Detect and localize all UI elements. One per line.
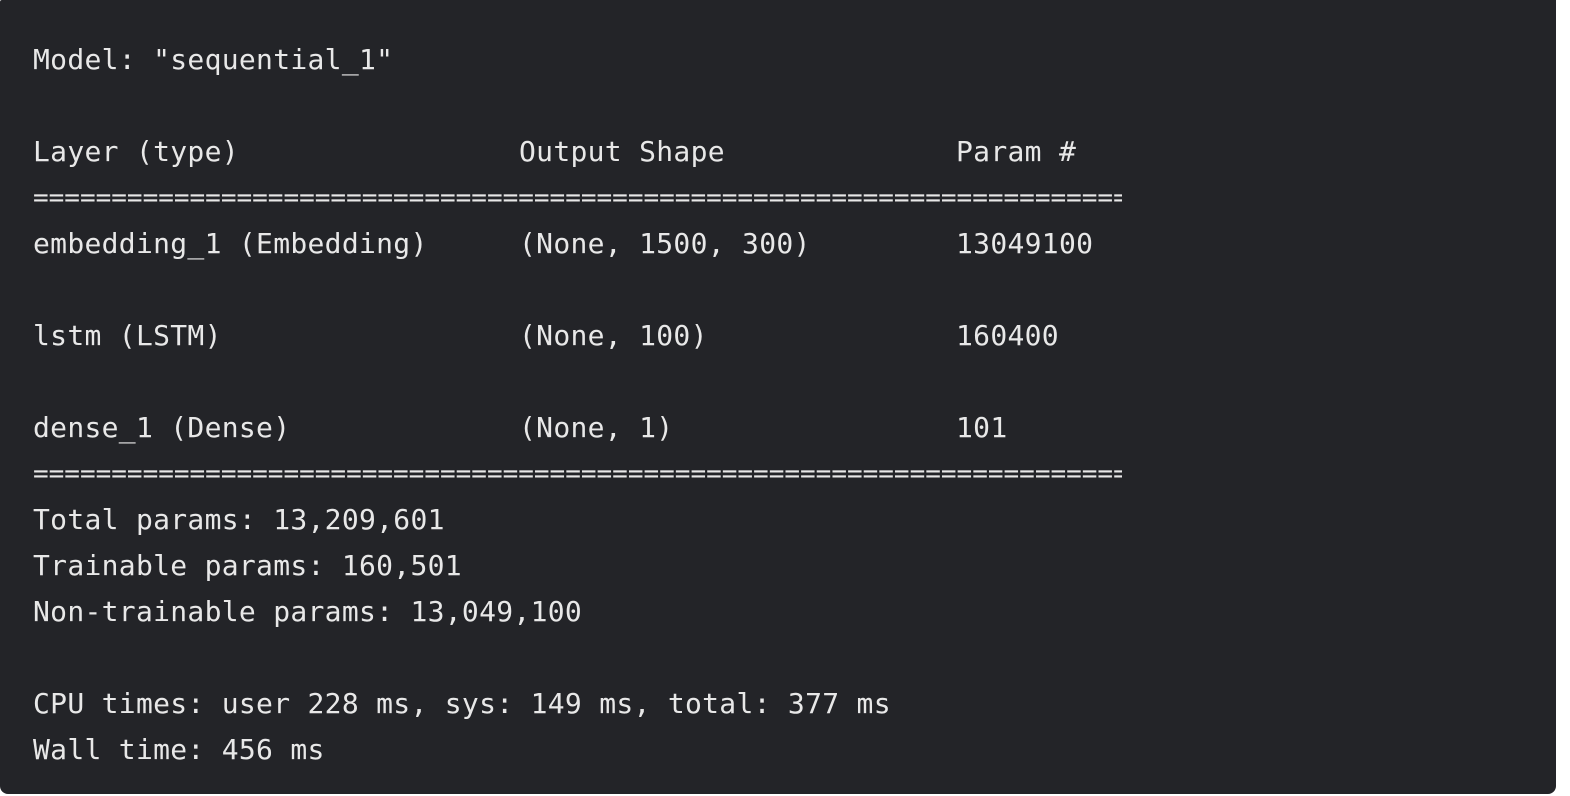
- equals-separator: ========================================…: [33, 461, 1122, 487]
- cell-output-panel: Model: "sequential_1" __________________…: [0, 0, 1556, 794]
- layer-name: dense_1 (Dense): [33, 411, 291, 444]
- trainable-params-line: Trainable params: 160,501: [33, 549, 462, 582]
- table-row: embedding_1 (Embedding) (None, 1500, 300…: [33, 224, 1093, 264]
- non-trainable-params-line: Non-trainable params: 13,049,100: [33, 595, 583, 628]
- layer-output-shape: (None, 1): [519, 411, 674, 444]
- dash-separator: ________________________________________…: [33, 379, 1122, 405]
- layer-name: embedding_1 (Embedding): [33, 227, 428, 260]
- table-row: lstm (LSTM) (None, 100) 160400: [33, 316, 1059, 356]
- layer-param-count: 160400: [956, 319, 1059, 352]
- cpu-times-line: CPU times: user 228 ms, sys: 149 ms, tot…: [33, 687, 891, 720]
- wall-time-line: Wall time: 456 ms: [33, 733, 325, 766]
- table-row: dense_1 (Dense) (None, 1) 101: [33, 408, 1007, 448]
- layer-param-count: 13049100: [956, 227, 1094, 260]
- dash-separator: ________________________________________…: [33, 287, 1122, 313]
- equals-separator: ========================================…: [33, 185, 1122, 211]
- header-layer-type: Layer (type): [33, 135, 239, 168]
- layer-param-count: 101: [956, 411, 1008, 444]
- header-output-shape: Output Shape: [519, 135, 725, 168]
- model-name-line: Model: "sequential_1": [33, 43, 394, 76]
- total-params-line: Total params: 13,209,601: [33, 503, 445, 536]
- dash-separator: ________________________________________…: [33, 655, 1122, 681]
- table-header: Layer (type) Output Shape Param #: [33, 132, 1076, 172]
- header-param-count: Param #: [956, 135, 1077, 168]
- layer-output-shape: (None, 100): [519, 319, 708, 352]
- dash-separator: ________________________________________…: [33, 103, 1122, 129]
- layer-name: lstm (LSTM): [33, 319, 222, 352]
- layer-output-shape: (None, 1500, 300): [519, 227, 811, 260]
